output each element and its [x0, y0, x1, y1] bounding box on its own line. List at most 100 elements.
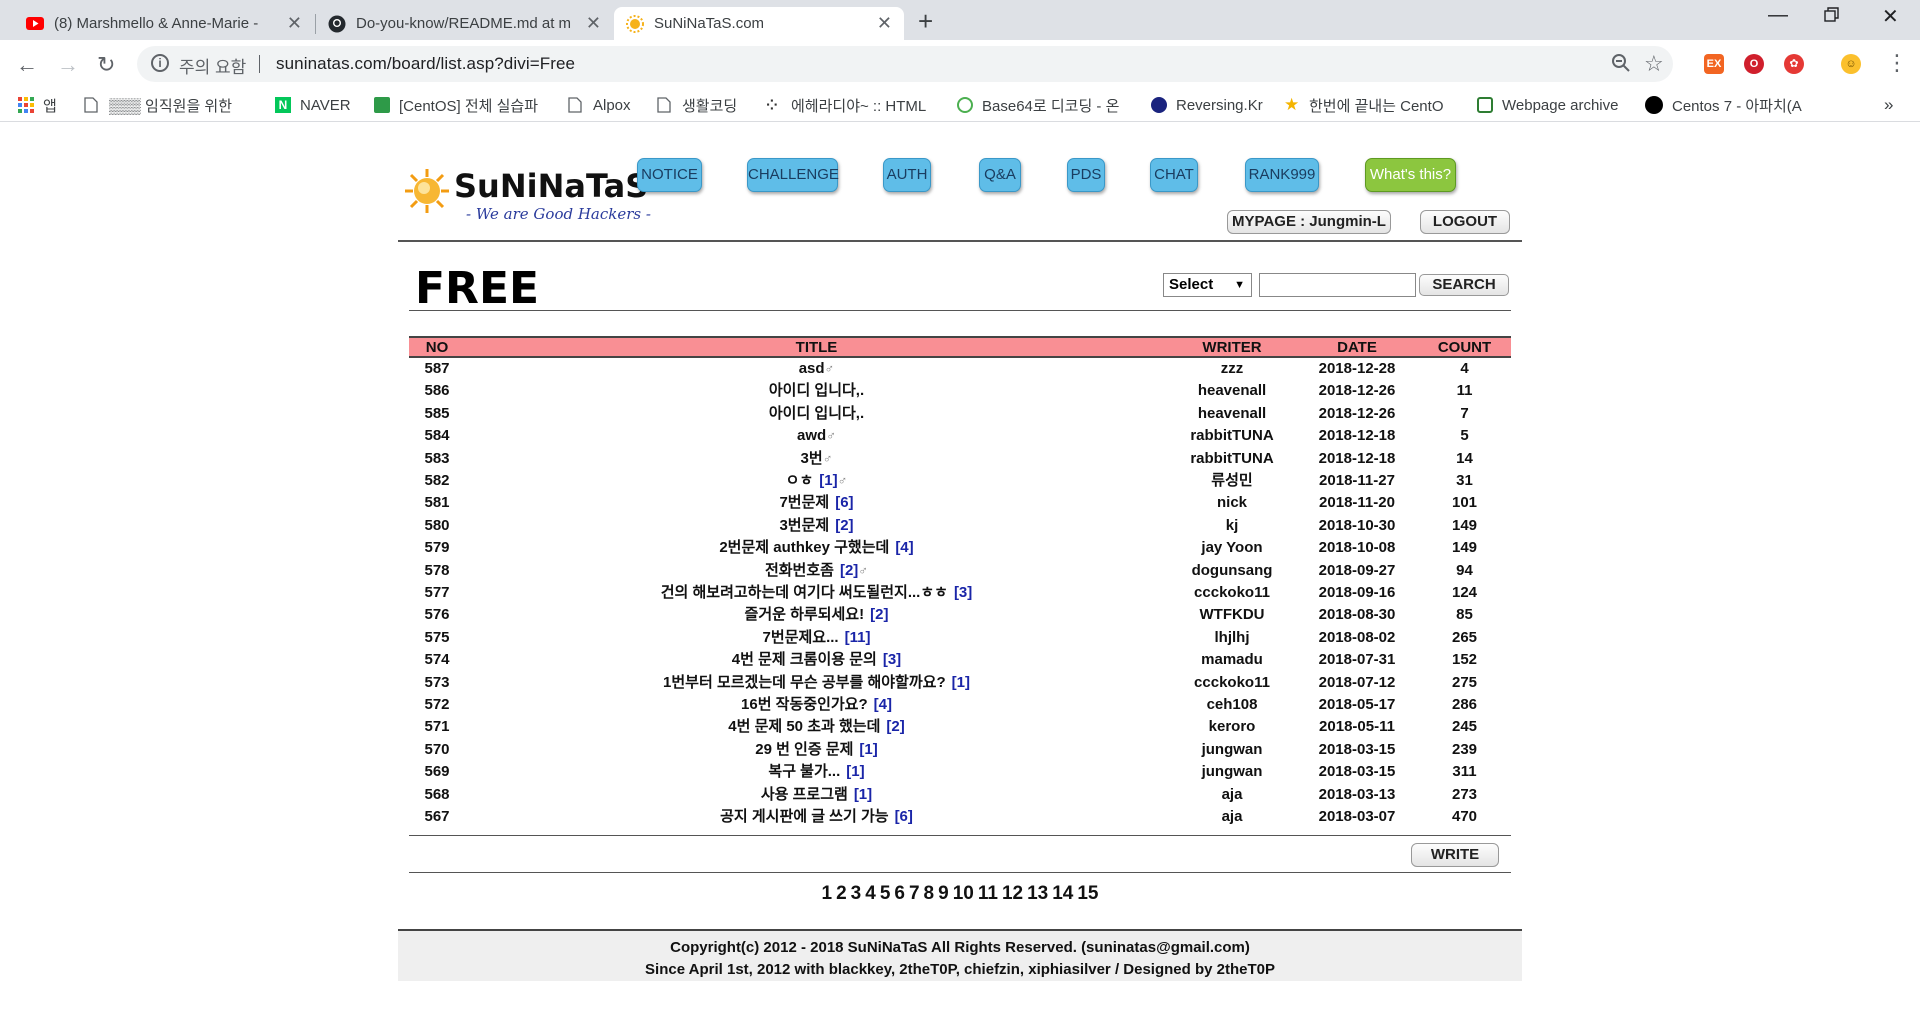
- mypage-button[interactable]: MYPAGE : Jungmin-L: [1227, 210, 1391, 234]
- cell-title[interactable]: 공지 게시판에 글 쓰기 가능 [6]: [465, 806, 1168, 828]
- post-title-link[interactable]: 건의 해보려고하는데 여기다 써도될런지...ㅎㅎ: [661, 584, 948, 601]
- forward-icon[interactable]: →: [57, 52, 79, 78]
- comment-count[interactable]: [2]: [840, 562, 858, 579]
- post-title-link[interactable]: 3번: [801, 450, 823, 467]
- cell-title[interactable]: ㅇㅎ [1]♂: [465, 470, 1168, 492]
- table-row[interactable]: 586 아이디 입니다,. heavenall 2018-12-26 11: [409, 380, 1511, 402]
- post-title-link[interactable]: 4번 문제 크롬이용 문의: [732, 651, 877, 668]
- page-link[interactable]: 10: [953, 883, 974, 904]
- browser-tab-github[interactable]: Do-you-know/README.md at m ✕: [316, 7, 613, 40]
- nav-whats-this-button[interactable]: What's this?: [1365, 158, 1456, 192]
- cell-title[interactable]: asd♂: [465, 358, 1168, 380]
- table-row[interactable]: 572 16번 작동중인가요? [4] ceh108 2018-05-17 286: [409, 694, 1511, 716]
- page-link[interactable]: 5: [880, 883, 891, 904]
- cell-title[interactable]: 4번 문제 50 초과 했는데 [2]: [465, 716, 1168, 738]
- browser-tab-youtube[interactable]: (8) Marshmello & Anne-Marie - ✕: [14, 7, 314, 40]
- table-row[interactable]: 583 3번♂ rabbitTUNA 2018-12-18 14: [409, 448, 1511, 470]
- cell-title[interactable]: 사용 프로그램 [1]: [465, 784, 1168, 806]
- comment-count[interactable]: [6]: [835, 494, 853, 511]
- menu-kebab-icon[interactable]: ⋮: [1886, 50, 1908, 76]
- bookmark-item[interactable]: 생활코딩: [657, 95, 737, 115]
- bookmark-item[interactable]: Base64로 디코딩 - 온: [957, 95, 1119, 115]
- table-row[interactable]: 574 4번 문제 크롬이용 문의 [3] mamadu 2018-07-31 152: [409, 649, 1511, 671]
- nav-pds-button[interactable]: PDS: [1067, 158, 1105, 192]
- post-title-link[interactable]: 7번문제요...: [763, 629, 839, 646]
- minimize-icon[interactable]: —: [1768, 4, 1788, 27]
- page-link[interactable]: 7: [909, 883, 920, 904]
- table-row[interactable]: 579 2번문제 authkey 구했는데 [4] jay Yoon 2018-10-0…: [409, 537, 1511, 559]
- comment-count[interactable]: [2]: [886, 718, 904, 735]
- post-title-link[interactable]: asd: [799, 360, 825, 377]
- url-text[interactable]: suninatas.com/board/list.asp?divi=Free: [276, 54, 575, 74]
- comment-count[interactable]: [4]: [895, 539, 913, 556]
- post-title-link[interactable]: 전화번호좀: [765, 562, 834, 579]
- page-link[interactable]: 15: [1077, 883, 1098, 904]
- comment-count[interactable]: [11]: [845, 629, 871, 646]
- post-title-link[interactable]: 16번 작동중인가요?: [741, 696, 868, 713]
- cell-title[interactable]: 2번문제 authkey 구했는데 [4]: [465, 537, 1168, 559]
- table-row[interactable]: 582 ㅇㅎ [1]♂ 류성민 2018-11-27 31: [409, 470, 1511, 492]
- back-icon[interactable]: ←: [16, 52, 38, 78]
- bookmark-item[interactable]: [CentOS] 전체 실습파: [374, 95, 538, 115]
- post-title-link[interactable]: 사용 프로그램: [761, 786, 848, 803]
- nav-chat-button[interactable]: CHAT: [1150, 158, 1198, 192]
- table-row[interactable]: 577 건의 해보려고하는데 여기다 써도될런지...ㅎㅎ [3] ccckoko11…: [409, 582, 1511, 604]
- cell-title[interactable]: 건의 해보려고하는데 여기다 써도될런지...ㅎㅎ [3]: [465, 582, 1168, 604]
- comment-count[interactable]: [6]: [895, 808, 913, 825]
- page-link[interactable]: 14: [1052, 883, 1073, 904]
- nav-qa-button[interactable]: Q&A: [979, 158, 1021, 192]
- page-link[interactable]: 4: [865, 883, 876, 904]
- post-title-link[interactable]: ㅇㅎ: [786, 472, 814, 489]
- bookmark-item[interactable]: Centos 7 - 아파치(A: [1645, 95, 1802, 115]
- table-row[interactable]: 575 7번문제요... [11] lhjlhj 2018-08-02 265: [409, 627, 1511, 649]
- table-row[interactable]: 587 asd♂ zzz 2018-12-28 4: [409, 358, 1511, 380]
- cell-title[interactable]: 아이디 입니다,.: [465, 403, 1168, 425]
- post-title-link[interactable]: 복구 불가...: [768, 763, 840, 780]
- restore-icon[interactable]: [1824, 6, 1840, 29]
- address-bar[interactable]: i 주의 요함 suninatas.com/board/list.asp?div…: [137, 46, 1673, 82]
- table-row[interactable]: 581 7번문제 [6] nick 2018-11-20 101: [409, 492, 1511, 514]
- info-icon[interactable]: i: [151, 54, 169, 72]
- comment-count[interactable]: [4]: [874, 696, 892, 713]
- opera-extension-icon[interactable]: O: [1744, 54, 1764, 74]
- table-row[interactable]: 568 사용 프로그램 [1] aja 2018-03-13 273: [409, 784, 1511, 806]
- new-tab-button[interactable]: +: [918, 6, 933, 37]
- search-input[interactable]: [1259, 273, 1416, 297]
- comment-count[interactable]: [1]: [859, 741, 877, 758]
- extension-ex-icon[interactable]: EX: [1704, 54, 1724, 74]
- cell-title[interactable]: 복구 불가... [1]: [465, 761, 1168, 783]
- bookmark-item[interactable]: Alpox: [568, 95, 631, 115]
- page-link[interactable]: 11: [978, 883, 998, 904]
- page-link[interactable]: 3: [851, 883, 862, 904]
- cell-title[interactable]: 전화번호좀 [2]♂: [465, 560, 1168, 582]
- post-title-link[interactable]: 4번 문제 50 초과 했는데: [728, 718, 880, 735]
- post-title-link[interactable]: 1번부터 모르겠는데 무슨 공부를 해야할까요?: [663, 674, 946, 691]
- cell-title[interactable]: 1번부터 모르겠는데 무슨 공부를 해야할까요? [1]: [465, 672, 1168, 694]
- comment-count[interactable]: [1]: [819, 472, 837, 489]
- reload-icon[interactable]: ↻: [97, 52, 115, 78]
- table-row[interactable]: 570 29 번 인증 문제 [1] jungwan 2018-03-15 239: [409, 739, 1511, 761]
- cell-title[interactable]: 7번문제요... [11]: [465, 627, 1168, 649]
- page-link[interactable]: 2: [836, 883, 847, 904]
- cell-title[interactable]: 4번 문제 크롬이용 문의 [3]: [465, 649, 1168, 671]
- bookmark-item[interactable]: Reversing.Kr: [1151, 95, 1263, 115]
- page-link[interactable]: 13: [1027, 883, 1048, 904]
- more-bookmarks-icon[interactable]: »: [1884, 95, 1893, 115]
- search-type-select[interactable]: Select ▼: [1163, 273, 1252, 297]
- search-button[interactable]: SEARCH: [1419, 274, 1509, 296]
- nav-challenge-button[interactable]: CHALLENGE: [747, 158, 839, 192]
- nav-auth-button[interactable]: AUTH: [883, 158, 931, 192]
- page-link[interactable]: 8: [924, 883, 935, 904]
- comment-count[interactable]: [1]: [846, 763, 864, 780]
- write-button[interactable]: WRITE: [1411, 843, 1499, 867]
- table-row[interactable]: 571 4번 문제 50 초과 했는데 [2] keroro 2018-05-11 245: [409, 716, 1511, 738]
- logout-button[interactable]: LOGOUT: [1420, 210, 1510, 234]
- bookmark-item[interactable]: ▒▒▒ 임직원을 위한: [84, 95, 232, 115]
- table-row[interactable]: 585 아이디 입니다,. heavenall 2018-12-26 7: [409, 403, 1511, 425]
- bookmark-item[interactable]: ⁘ 에헤라디야~ :: HTML: [766, 95, 926, 115]
- nav-rank999-button[interactable]: RANK999: [1245, 158, 1319, 192]
- comment-count[interactable]: [1]: [854, 786, 872, 803]
- page-link[interactable]: 6: [894, 883, 905, 904]
- cell-title[interactable]: 29 번 인증 문제 [1]: [465, 739, 1168, 761]
- post-title-link[interactable]: 즐거운 하루되세요!: [745, 606, 865, 623]
